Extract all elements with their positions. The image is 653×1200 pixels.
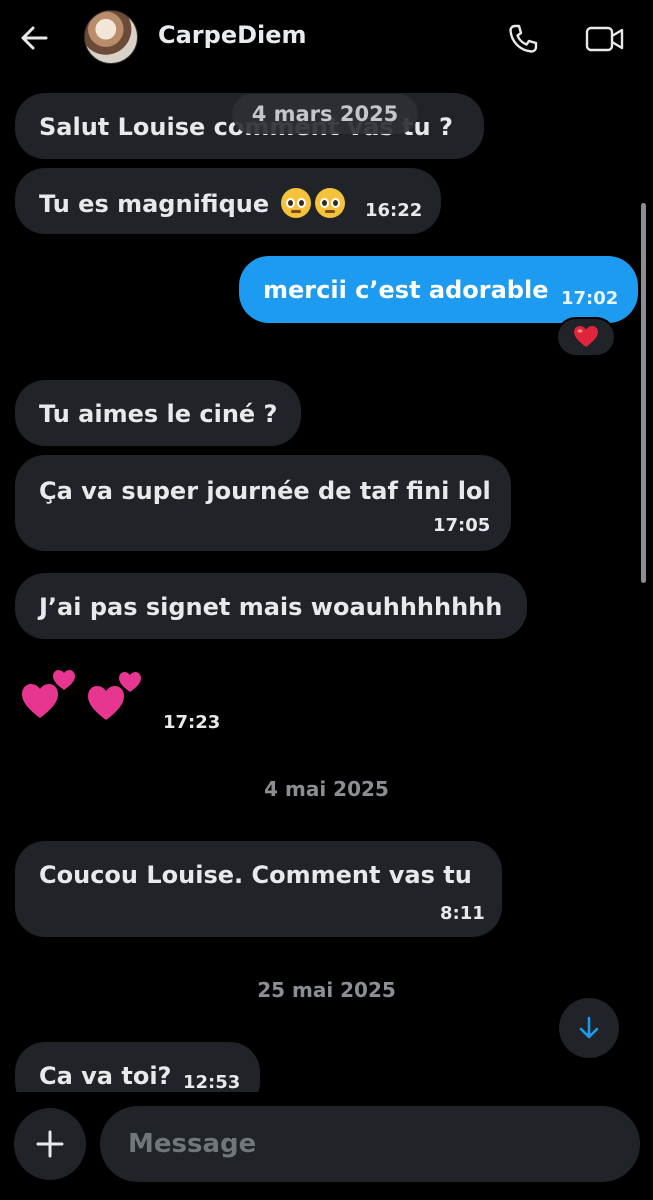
phone-icon — [509, 24, 538, 53]
pleading-face-icon — [281, 188, 312, 218]
video-camera-icon — [585, 26, 624, 52]
message-text: Tu aimes le ciné ? — [39, 400, 278, 428]
back-button[interactable] — [14, 18, 54, 58]
floating-date-pill: 4 mars 2025 — [232, 94, 418, 134]
two-hearts-icon — [22, 670, 75, 718]
pleading-face-icon — [315, 188, 346, 218]
red-heart-icon — [574, 326, 598, 347]
scrollbar[interactable] — [641, 203, 646, 583]
message-text: Ca va toi? — [39, 1062, 172, 1090]
message-input[interactable] — [100, 1106, 640, 1182]
add-attachment-button[interactable] — [14, 1108, 86, 1180]
call-button[interactable] — [502, 18, 544, 60]
message-time: 16:22 — [365, 200, 423, 221]
message-text: Ça va super journée de taf fini lol — [39, 477, 491, 505]
message-bubble[interactable]: Tu es magnifique 16:22 — [15, 168, 441, 234]
date-separator: 4 mai 2025 — [264, 777, 389, 801]
arrow-left-icon — [21, 26, 48, 50]
message-text: Coucou Louise. Comment vas tu — [39, 861, 472, 889]
arrow-down-icon — [579, 1016, 599, 1039]
message-time: 8:11 — [440, 903, 485, 924]
message-text: Tu es magnifique — [39, 188, 346, 218]
message-time: 17:23 — [163, 712, 221, 733]
message-time: 17:02 — [561, 288, 619, 309]
composer-bar — [0, 1092, 653, 1200]
message-text: J’ai pas signet mais woauhhhhhhh — [39, 593, 503, 621]
avatar[interactable] — [84, 10, 138, 64]
message-time: 12:53 — [183, 1072, 241, 1093]
message-time: 17:05 — [433, 515, 491, 536]
reaction-badge[interactable] — [556, 317, 616, 357]
date-separator: 25 mai 2025 — [257, 978, 396, 1002]
message-text: mercii c’est adorable — [263, 276, 549, 304]
sent-message-bubble[interactable]: mercii c’est adorable 17:02 — [239, 256, 638, 323]
contact-name[interactable]: CarpeDiem — [158, 21, 307, 49]
scroll-to-bottom-button[interactable] — [559, 998, 619, 1058]
message-bubble[interactable]: Tu aimes le ciné ? — [15, 380, 301, 446]
conversation-header: CarpeDiem — [0, 0, 653, 78]
plus-icon — [36, 1130, 64, 1158]
message-bubble[interactable]: J’ai pas signet mais woauhhhhhhh — [15, 573, 527, 639]
message-bubble[interactable]: Coucou Louise. Comment vas tu 8:11 — [15, 841, 502, 937]
video-call-button[interactable] — [582, 18, 628, 60]
message-bubble[interactable]: Ça va super journée de taf fini lol 17:0… — [15, 455, 511, 551]
two-hearts-icon — [88, 672, 141, 720]
